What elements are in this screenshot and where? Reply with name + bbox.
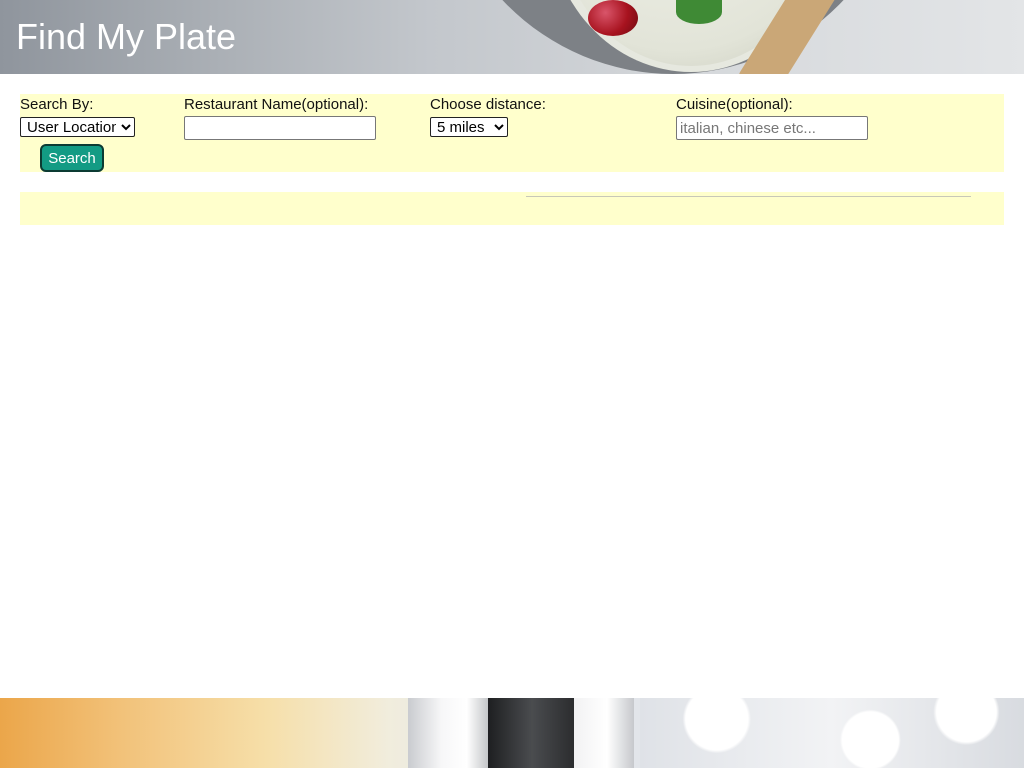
footer-glass-left-image — [408, 698, 492, 768]
search-button[interactable]: Search — [40, 144, 104, 172]
restaurant-name-input[interactable] — [184, 116, 376, 140]
footer-ice-image — [640, 698, 1024, 768]
search-form: Search By: User Location Restaurant Name… — [20, 94, 1004, 172]
search-by-field: Search By: User Location — [20, 96, 135, 137]
footer-banner — [0, 698, 1024, 768]
header-cherry-image — [588, 0, 638, 36]
distance-label: Choose distance: — [430, 96, 546, 113]
restaurant-name-label: Restaurant Name(optional): — [184, 96, 369, 113]
footer-glass-right-image — [574, 698, 634, 768]
distance-field: Choose distance: 5 miles — [430, 96, 546, 137]
cuisine-label: Cuisine(optional): — [676, 96, 793, 113]
header-banner: Find My Plate — [0, 0, 1024, 74]
distance-select[interactable]: 5 miles — [430, 117, 508, 137]
cuisine-field: Cuisine(optional): — [676, 96, 868, 140]
cuisine-input[interactable] — [676, 116, 868, 140]
search-by-label: Search By: — [20, 96, 94, 113]
footer-dark-image — [488, 698, 576, 768]
header-leaf-image — [676, 0, 722, 24]
results-container — [20, 192, 1004, 225]
page-title: Find My Plate — [16, 16, 237, 57]
search-by-select[interactable]: User Location — [20, 117, 135, 137]
restaurant-name-field: Restaurant Name(optional): — [184, 96, 376, 140]
results-divider — [526, 196, 971, 197]
